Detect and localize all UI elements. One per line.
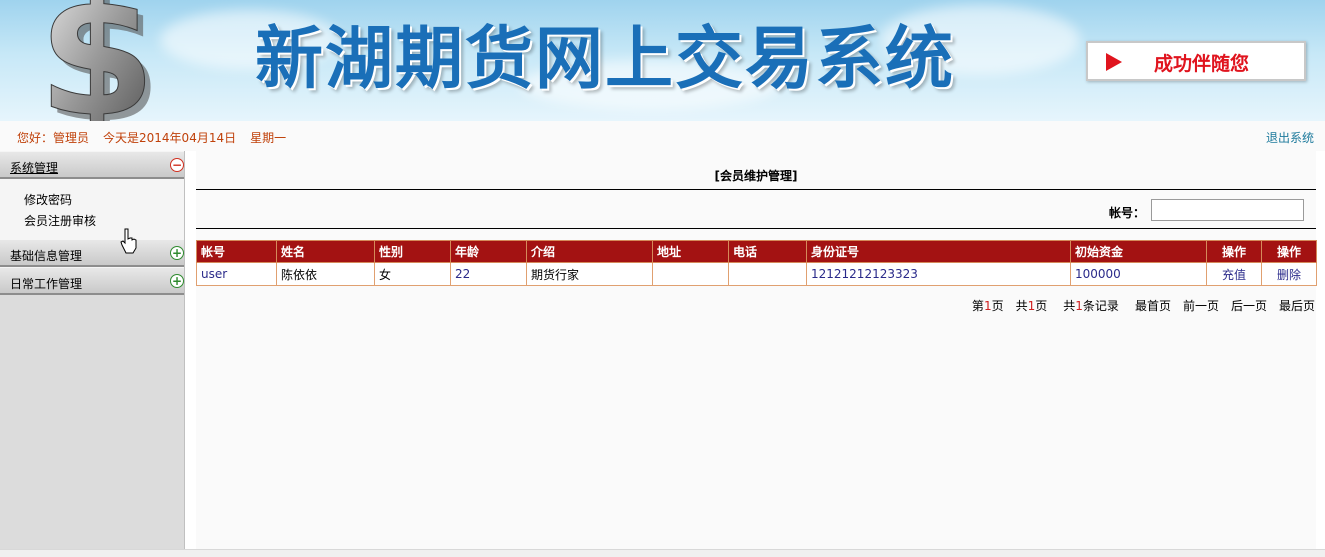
column-header: 介绍 (526, 240, 653, 263)
recharge-link[interactable]: 充值 (1206, 262, 1262, 286)
sidebar-menu-label: 系统管理 (10, 161, 59, 175)
banner-title: 新湖期货网上交易系统 (255, 19, 956, 99)
pager-last-button[interactable]: 最后页 (1279, 299, 1315, 313)
cell-address (652, 262, 729, 286)
banner-badge: 成功伴随您 (1086, 41, 1306, 81)
divider (196, 189, 1316, 190)
cell-name: 陈依依 (276, 262, 375, 286)
column-header: 帐号 (196, 240, 277, 263)
pager-total-records: 共1条记录 (1063, 299, 1119, 313)
pager-total-pages: 共1页 (1015, 299, 1048, 313)
sidebar-menu-label: 基础信息管理 (10, 249, 83, 263)
collapse-icon[interactable]: − (170, 158, 184, 172)
greeting-user: 您好：管理员 (17, 131, 90, 145)
cell-id-number: 12121212123323 (806, 262, 1071, 286)
column-header: 地址 (652, 240, 729, 263)
greeting-text: 您好：管理员 今天是2014年04月14日 星期一 (17, 129, 300, 146)
page-title: [会员维护管理] (714, 169, 798, 183)
dollar-logo-icon: $ $ (37, 0, 162, 121)
sidebar-item-change-password[interactable]: 修改密码 (24, 191, 72, 208)
cell-age: 22 (450, 262, 527, 286)
column-header: 姓名 (276, 240, 375, 263)
cell-funds: 100000 (1070, 262, 1207, 286)
expand-icon[interactable]: + (170, 274, 184, 288)
delete-link[interactable]: 删除 (1261, 262, 1317, 286)
pager-next-button[interactable]: 后一页 (1231, 299, 1267, 313)
cell-gender: 女 (374, 262, 451, 286)
pager-prev-button[interactable]: 前一页 (1183, 299, 1219, 313)
table-header-row: 帐号 姓名 性别 年龄 介绍 地址 电话 身份证号 初始资金 操作 操作 (196, 240, 1317, 263)
hand-cursor-icon (120, 228, 137, 254)
sidebar-item-member-review[interactable]: 会员注册审核 (24, 212, 96, 229)
cell-intro: 期货行家 (526, 262, 653, 286)
search-label: 帐号： (1109, 206, 1146, 220)
svg-text:$: $ (38, 0, 156, 121)
column-header: 性别 (374, 240, 451, 263)
sidebar-menu-daily-work[interactable]: 日常工作管理 + (0, 267, 184, 295)
sidebar-submenu-system: 修改密码 会员注册审核 (0, 179, 184, 239)
member-table: 帐号 姓名 性别 年龄 介绍 地址 电话 身份证号 初始资金 操作 操作 use… (196, 240, 1317, 286)
table-row: user 陈依依 女 22 期货行家 12121212123323 100000… (196, 262, 1317, 286)
play-arrow-icon (1106, 53, 1122, 71)
bottom-strip (0, 549, 1325, 557)
pager-current-page: 第1页 (971, 299, 1004, 313)
column-header: 操作 (1206, 240, 1262, 263)
header-banner: $ $ 新湖期货网上交易系统 成功伴随您 (0, 0, 1325, 121)
greeting-date: 今天是2014年04月14日 (103, 131, 237, 145)
pager-first-button[interactable]: 最首页 (1135, 299, 1171, 313)
greeting-weekday: 星期一 (250, 131, 287, 145)
logout-link[interactable]: 退出系统 (1266, 129, 1314, 146)
greeting-bar: 您好：管理员 今天是2014年04月14日 星期一 退出系统 (0, 121, 1325, 151)
column-header: 电话 (728, 240, 807, 263)
sidebar-menu-label: 日常工作管理 (10, 277, 83, 291)
sidebar: 系统管理 − 修改密码 会员注册审核 基础信息管理 + 日常工作管理 + (0, 151, 185, 549)
banner-badge-text: 成功伴随您 (1154, 53, 1250, 75)
cell-account: user (196, 262, 277, 286)
main-panel: [会员维护管理] 帐号： 帐号 姓名 性别 年龄 介绍 地址 电话 身份证号 初… (196, 151, 1317, 549)
pagination: 第1页 共1页 共1条记录 最首页 前一页 后一页 最后页 (960, 297, 1315, 314)
column-header: 身份证号 (806, 240, 1071, 263)
sidebar-menu-basic-info[interactable]: 基础信息管理 + (0, 239, 184, 267)
sidebar-menu-system[interactable]: 系统管理 − (0, 151, 184, 179)
column-header: 初始资金 (1070, 240, 1207, 263)
divider (196, 228, 1316, 229)
expand-icon[interactable]: + (170, 246, 184, 260)
column-header: 年龄 (450, 240, 527, 263)
column-header: 操作 (1261, 240, 1317, 263)
cell-phone (728, 262, 807, 286)
account-search-input[interactable] (1151, 199, 1304, 221)
